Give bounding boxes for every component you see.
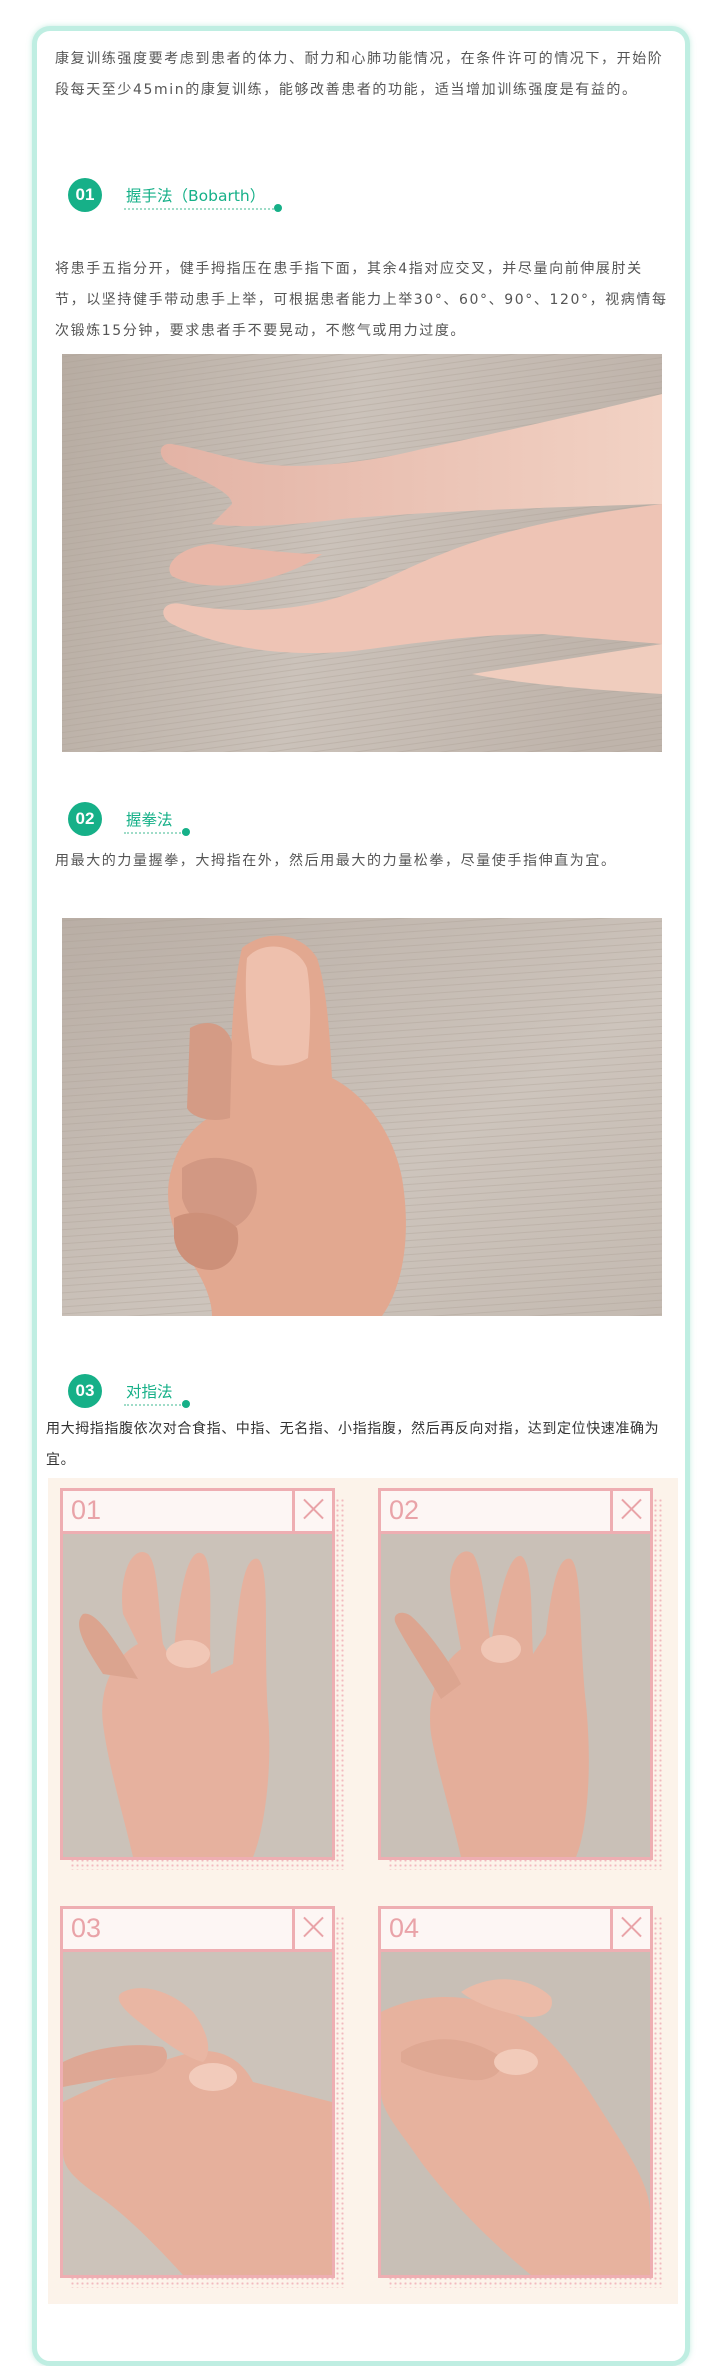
section-underline <box>124 1404 184 1406</box>
section-dot <box>274 204 282 212</box>
close-icon <box>610 1909 650 1949</box>
step-card-01: 01 <box>60 1488 335 1860</box>
close-icon <box>292 1909 332 1949</box>
section-text-03: 用大拇指指腹依次对合食指、中指、无名指、小指指腹，然后再反向对指，达到定位快速准… <box>46 1421 660 1468</box>
section-dot <box>182 828 190 836</box>
step-card-03: 03 <box>60 1906 335 2278</box>
photo-thumb-little <box>381 1952 650 2275</box>
close-icon <box>292 1491 332 1531</box>
step-number: 04 <box>389 1913 420 1943</box>
section-badge: 01 <box>68 178 102 212</box>
section-badge: 03 <box>68 1374 102 1408</box>
step-number: 03 <box>71 1913 102 1943</box>
section-underline <box>124 832 184 834</box>
photo-thumb-ring <box>63 1952 332 2275</box>
step-number: 02 <box>389 1495 420 1525</box>
section-title: 握拳法 <box>126 811 173 829</box>
section-underline <box>124 208 274 210</box>
step-card-02: 02 <box>378 1488 653 1860</box>
section-badge: 02 <box>68 802 102 836</box>
photo-thumb-index <box>63 1534 332 1857</box>
section-title: 握手法（Bobarth） <box>126 187 266 205</box>
photo-thumb-middle <box>381 1534 650 1857</box>
section-text-01: 将患手五指分开，健手拇指压在患手指下面，其余4指对应交叉，并尽量向前伸展肘关节，… <box>55 261 668 339</box>
photo-clasped-hands <box>62 354 662 752</box>
photo-fist <box>62 918 662 1316</box>
step-card-04: 04 <box>378 1906 653 2278</box>
close-icon <box>610 1491 650 1531</box>
step-number: 01 <box>71 1495 102 1525</box>
section-text-02: 用最大的力量握拳，大拇指在外，然后用最大的力量松拳，尽量使手指伸直为宜。 <box>55 853 617 869</box>
section-dot <box>182 1400 190 1408</box>
intro-paragraph: 康复训练强度要考虑到患者的体力、耐力和心肺功能情况，在条件许可的情况下，开始阶段… <box>55 51 664 98</box>
section-title: 对指法 <box>126 1383 173 1401</box>
